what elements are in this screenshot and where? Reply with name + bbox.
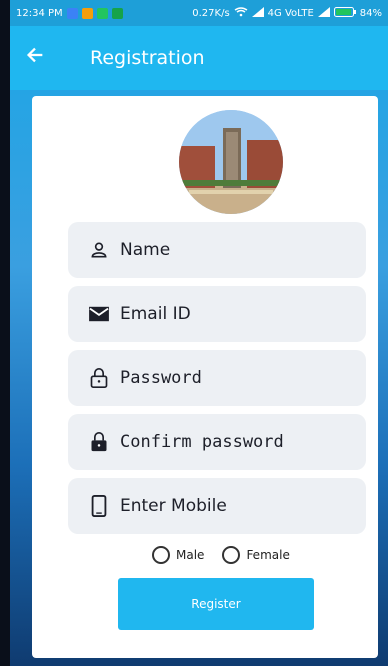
notification-icon — [96, 7, 108, 19]
signal-icon — [251, 6, 264, 20]
male-label: Male — [176, 548, 205, 562]
confirm-password-field[interactable]: Confirm password — [68, 414, 366, 470]
phone-icon — [86, 493, 112, 519]
wifi-icon — [234, 6, 248, 20]
password-placeholder: Password — [120, 368, 202, 388]
status-speed: 0.27K/s — [192, 7, 230, 19]
signal-icon — [317, 6, 330, 20]
female-radio[interactable]: Female — [222, 546, 290, 564]
building-image — [179, 110, 283, 214]
envelope-icon — [86, 301, 112, 327]
battery-icon — [333, 6, 356, 20]
mobile-placeholder: Enter Mobile — [120, 496, 227, 516]
register-button[interactable]: Register — [118, 578, 314, 630]
lock-filled-icon — [86, 429, 112, 455]
status-left: 12:34 PM — [16, 7, 123, 19]
registration-card: Name Email ID Password Confirm password … — [32, 96, 378, 658]
status-right: 0.27K/s 4G VoLTE 84% — [192, 6, 382, 20]
mobile-field[interactable]: Enter Mobile — [68, 478, 366, 534]
app-frame: 12:34 PM 0.27K/s 4G VoLTE 84% Registrati… — [10, 0, 388, 666]
radio-circle-icon — [222, 546, 241, 564]
male-radio[interactable]: Male — [152, 546, 204, 564]
email-field[interactable]: Email ID — [68, 286, 366, 342]
name-placeholder: Name — [120, 240, 171, 260]
radio-circle-icon — [152, 546, 170, 564]
confirm-password-placeholder: Confirm password — [120, 432, 284, 452]
status-battery: 84% — [359, 7, 382, 19]
notification-icon — [66, 7, 78, 19]
password-field[interactable]: Password — [68, 350, 366, 406]
name-field[interactable]: Name — [68, 222, 366, 278]
email-placeholder: Email ID — [120, 304, 191, 324]
page-title: Registration — [90, 47, 205, 69]
gender-radio-group: Male Female — [152, 546, 290, 564]
notification-icon — [111, 7, 123, 19]
status-network: 4G VoLTE — [267, 7, 314, 19]
status-bar: 12:34 PM 0.27K/s 4G VoLTE 84% — [10, 0, 388, 26]
user-icon — [86, 237, 112, 263]
status-time: 12:34 PM — [16, 7, 63, 19]
arrow-left-icon — [24, 44, 46, 72]
college-photo — [179, 110, 283, 214]
female-label: Female — [246, 548, 290, 562]
lock-outline-icon — [86, 365, 112, 391]
app-bar: Registration — [10, 26, 388, 90]
notification-icon — [81, 7, 93, 19]
back-button[interactable] — [10, 26, 60, 90]
